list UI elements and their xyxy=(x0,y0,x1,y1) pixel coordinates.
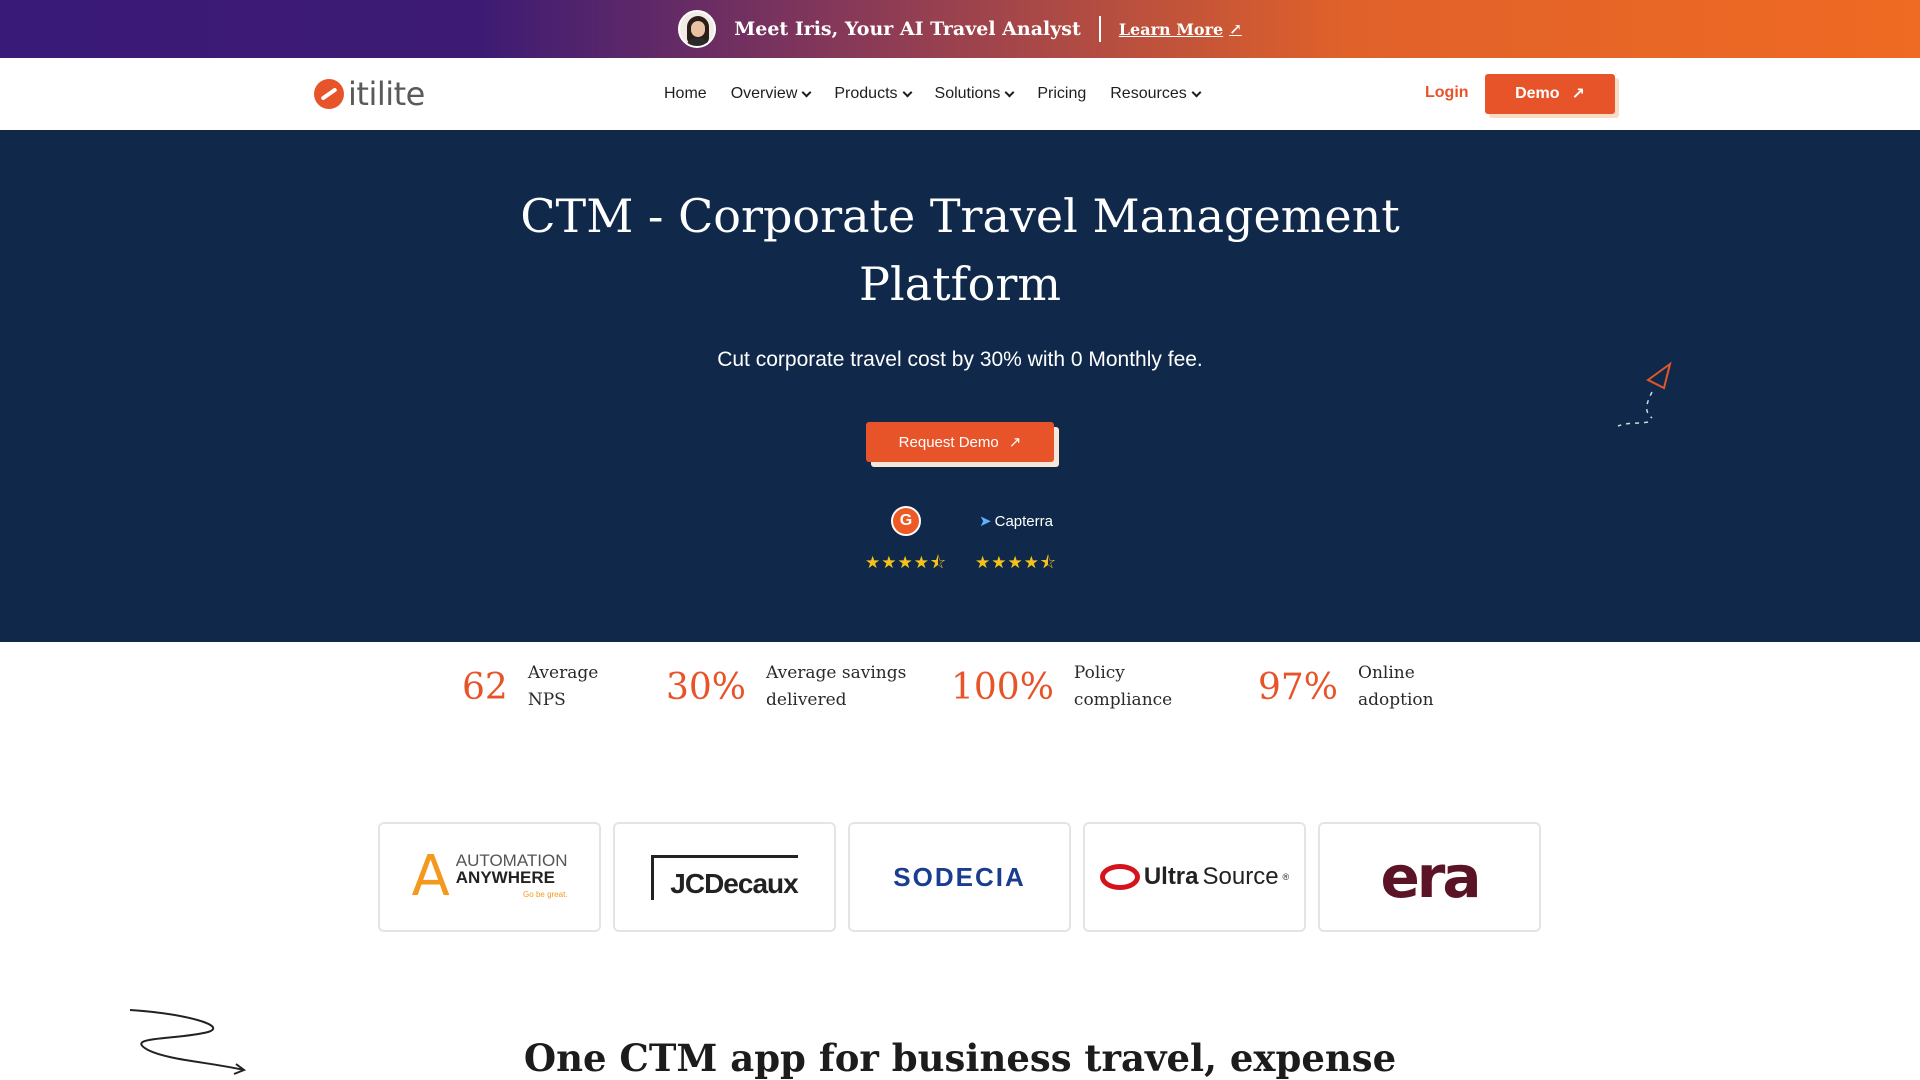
arrow-up-right-icon: ↗ xyxy=(1229,20,1242,38)
nav-label: Home xyxy=(664,85,707,102)
stats-strip: 62 Average NPS 30% Average savings deliver… xyxy=(0,642,1920,762)
stat-savings: 30% Average savings delivered xyxy=(666,660,906,714)
nav-item-overview[interactable]: Overview xyxy=(730,85,812,103)
logo-automation-anywhere: A AUTOMATION ANYWHERE Go be great. xyxy=(378,822,601,932)
nav-item-solutions[interactable]: Solutions xyxy=(934,85,1015,103)
itilite-logo[interactable]: itilite xyxy=(314,75,425,113)
logo-sodecia: SODECIA xyxy=(848,822,1071,932)
capterra-rating[interactable]: ➤ Capterra ★★★★⯪ xyxy=(966,506,1066,579)
stat-nps: 62 Average NPS xyxy=(462,660,598,714)
nav-label: Solutions xyxy=(934,85,1001,102)
announcement-divider xyxy=(1098,16,1101,42)
star-rating: ★★★★⯪ xyxy=(974,553,1058,572)
logo-era: era xyxy=(1318,822,1541,932)
nav-item-home[interactable]: Home xyxy=(664,85,707,103)
announcement-title: Meet Iris, Your AI Travel Analyst xyxy=(734,18,1081,40)
capterra-logo: ➤ Capterra xyxy=(979,506,1053,536)
request-demo-button[interactable]: Request Demo ↗ xyxy=(866,422,1054,462)
stat-label: Average NPS xyxy=(527,663,599,710)
nav-label: Overview xyxy=(730,85,798,102)
logo-ultrasource: Ultra Source ® xyxy=(1083,822,1306,932)
era-wordmark: era xyxy=(1380,843,1481,911)
capterra-name: Capterra xyxy=(994,512,1053,530)
top-navbar: itilite Home Overview Products Solutions… xyxy=(0,58,1920,130)
ultrasource-ring-icon xyxy=(1099,864,1140,890)
nav-item-products[interactable]: Products xyxy=(834,85,912,103)
nav-label: Products xyxy=(834,85,898,102)
iris-avatar xyxy=(678,10,717,48)
demo-label: Demo xyxy=(1515,85,1560,102)
stat-label: Policy compliance xyxy=(1073,663,1173,710)
ultrasource-rest: Source xyxy=(1202,863,1279,890)
nav-item-resources[interactable]: Resources xyxy=(1110,85,1202,103)
aa-line2: ANYWHERE xyxy=(455,867,555,887)
section-heading: One CTM app for business travel, expense xyxy=(523,1036,1397,1080)
brand-name: itilite xyxy=(348,75,425,113)
chevron-down-icon xyxy=(902,87,912,97)
capterra-arrow-icon: ➤ xyxy=(979,513,992,530)
hero-section: CTM - Corporate Travel Management Platfo… xyxy=(0,130,1920,642)
nav-label: Resources xyxy=(1110,85,1187,102)
learn-more-label: Learn More xyxy=(1118,19,1224,39)
stat-compliance: 100% Policy compliance xyxy=(951,660,1172,714)
chevron-down-icon xyxy=(1191,87,1202,97)
arrow-up-right-icon: ↗ xyxy=(1008,434,1022,451)
chevron-down-icon xyxy=(801,87,812,97)
sodecia-wordmark: SODECIA xyxy=(893,861,1026,892)
demo-button[interactable]: Demo ↗ xyxy=(1485,74,1615,114)
hero-title-line1: CTM - Corporate Travel Management xyxy=(520,189,1400,243)
aa-tagline: Go be great. xyxy=(523,889,568,899)
jcdecaux-wordmark: JCDecaux xyxy=(651,854,799,900)
stat-value: 30% xyxy=(666,666,747,708)
ultrasource-reg: ® xyxy=(1282,872,1290,882)
main-menu: Home Overview Products Solutions Pricing… xyxy=(664,58,1202,130)
stat-label: Average savings delivered xyxy=(766,663,907,710)
learn-more-link[interactable]: Learn More ↗ xyxy=(1119,20,1242,39)
nav-item-pricing[interactable]: Pricing xyxy=(1037,85,1086,103)
automation-anywhere-a-icon: A xyxy=(411,844,450,909)
g2-rating[interactable]: G ★★★★⯪ xyxy=(862,506,950,579)
chevron-down-icon xyxy=(1004,87,1015,97)
hero-title: CTM - Corporate Travel Management Platfo… xyxy=(460,182,1460,318)
stat-adoption: 97% Online adoption xyxy=(1258,660,1434,714)
paper-plane-icon xyxy=(1617,361,1672,427)
aa-line1: AUTOMATION xyxy=(455,850,568,870)
client-logos: A AUTOMATION ANYWHERE Go be great. JCDec… xyxy=(378,822,1541,932)
ultrasource-bold: Ultra xyxy=(1143,863,1199,890)
squiggle-arrow-icon xyxy=(129,1009,247,1075)
stat-value: 62 xyxy=(462,666,508,708)
stat-value: 100% xyxy=(951,666,1054,708)
hero-title-line2: Platform xyxy=(859,257,1061,311)
plane-logo-icon xyxy=(314,79,344,109)
login-link[interactable]: Login xyxy=(1425,84,1469,102)
stat-label: Online adoption xyxy=(1358,663,1434,710)
nav-label: Pricing xyxy=(1037,85,1087,102)
hero-subtitle: Cut corporate travel cost by 30% with 0 … xyxy=(717,348,1203,371)
request-demo-label: Request Demo xyxy=(898,433,999,451)
announcement-bar: Meet Iris, Your AI Travel Analyst Learn … xyxy=(0,0,1920,58)
stat-value: 97% xyxy=(1258,666,1339,708)
logo-jcdecaux: JCDecaux xyxy=(613,822,836,932)
arrow-up-right-icon: ↗ xyxy=(1571,86,1585,103)
star-rating: ★★★★⯪ xyxy=(864,553,948,572)
g2-logo-icon: G xyxy=(891,506,921,536)
